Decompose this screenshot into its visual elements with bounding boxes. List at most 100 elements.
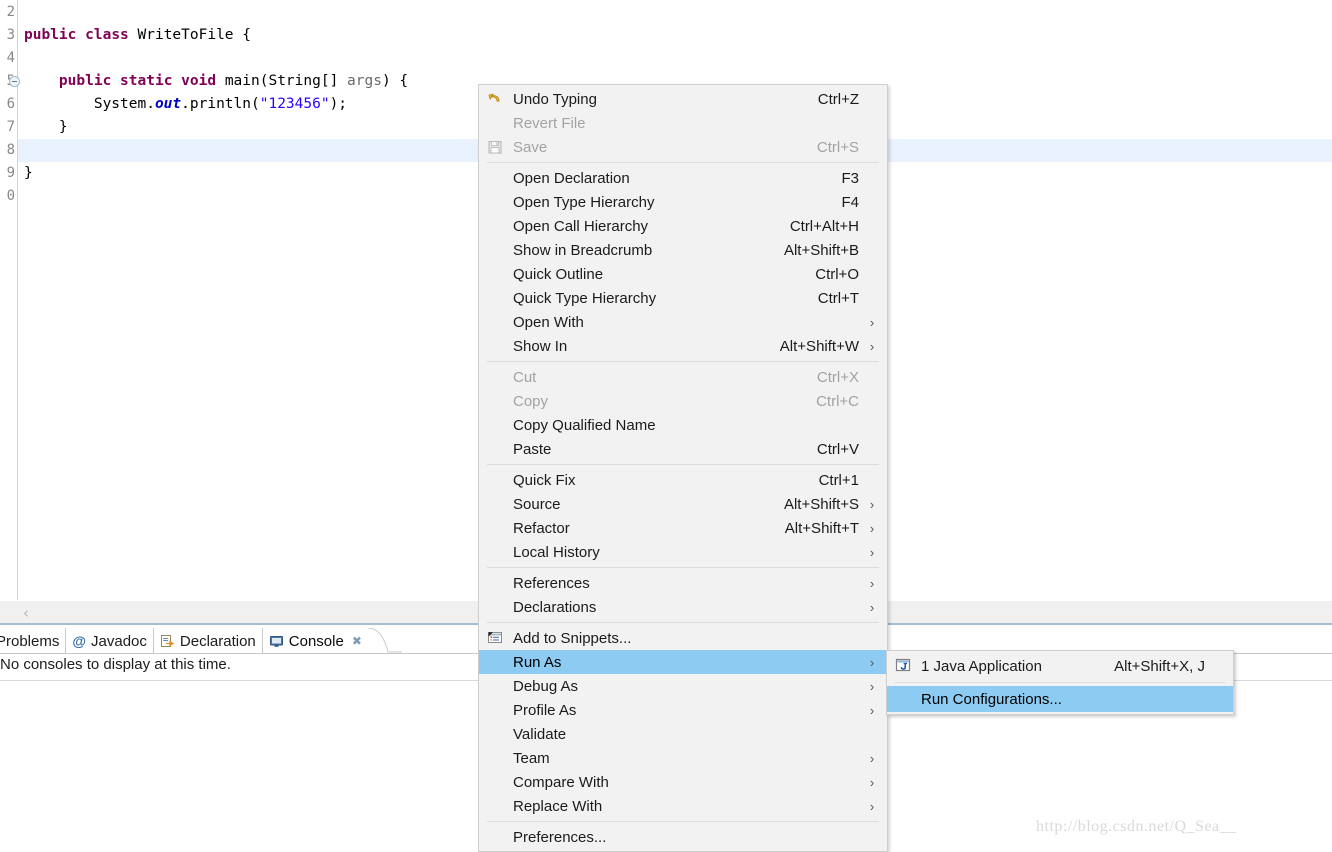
submenu-item-1-java-application[interactable]: 1 Java Application Alt+Shift+X, J ›	[887, 653, 1233, 679]
submenu-arrow-icon: ›	[869, 599, 875, 615]
menu-item-label: Validate	[513, 725, 567, 743]
collapse-chevron-icon[interactable]: ‹	[23, 604, 29, 622]
menu-item-shortcut: Ctrl+Z	[817, 90, 859, 108]
menu-item-compare-with[interactable]: Compare With ›	[479, 770, 887, 794]
menu-item-shortcut: Ctrl+C	[816, 392, 859, 410]
code-token: void	[181, 73, 217, 89]
menu-item-profile-as[interactable]: Profile As ›	[479, 698, 887, 722]
tab-javadoc[interactable]: @ Javadoc	[66, 628, 154, 654]
menu-item-paste[interactable]: Paste Ctrl+V ›	[479, 437, 887, 461]
editor-context-menu[interactable]: Undo Typing Ctrl+Z › Revert File › Save Ctrl+S…	[478, 84, 888, 852]
menu-item-show-in[interactable]: Show In Alt+Shift+W ›	[479, 334, 887, 358]
menu-item-quick-fix[interactable]: Quick Fix Ctrl+1 ›	[479, 468, 887, 492]
menu-item-label: Show In	[513, 337, 568, 355]
menu-item-copy-qualified-name[interactable]: Copy Qualified Name ›	[479, 413, 887, 437]
menu-item-label: Preferences...	[513, 828, 607, 846]
menu-item-quick-type-hierarchy[interactable]: Quick Type Hierarchy Ctrl+T ›	[479, 286, 887, 310]
menu-item-label: References	[513, 574, 590, 592]
menu-item-label: Copy Qualified Name	[513, 416, 656, 434]
menu-item-validate[interactable]: Validate ›	[479, 722, 887, 746]
menu-item-replace-with[interactable]: Replace With ›	[479, 794, 887, 818]
watermark-text: http://blog.csdn.net/Q_Sea__	[1036, 818, 1237, 835]
menu-item-label: Quick Type Hierarchy	[513, 289, 657, 307]
code-token: WriteToFile {	[128, 27, 252, 43]
menu-item-undo-typing[interactable]: Undo Typing Ctrl+Z ›	[479, 87, 887, 111]
menu-item-shortcut: Alt+Shift+W	[779, 337, 859, 355]
menu-item-declarations[interactable]: Declarations ›	[479, 595, 887, 619]
code-line: }	[18, 162, 33, 185]
code-line: }	[18, 116, 68, 139]
submenu-arrow-icon: ›	[869, 575, 875, 591]
menu-item-add-to-snippets[interactable]: Add to Snippets... ›	[479, 626, 887, 650]
submenu-arrow-icon: ›	[869, 496, 875, 512]
menu-item-open-call-hierarchy[interactable]: Open Call Hierarchy Ctrl+Alt+H ›	[479, 214, 887, 238]
menu-item-label: Debug As	[513, 677, 579, 695]
menu-item-open-declaration[interactable]: Open Declaration F3 ›	[479, 166, 887, 190]
menu-item-label: Revert File	[513, 114, 586, 132]
tab-declaration[interactable]: Declaration	[154, 628, 263, 654]
menu-item-refactor[interactable]: Refactor Alt+Shift+T ›	[479, 516, 887, 540]
menu-item-preferences[interactable]: Preferences... ›	[479, 825, 887, 849]
menu-item-label: Undo Typing	[513, 90, 597, 108]
tab-problems[interactable]: Problems	[0, 628, 67, 654]
submenu-arrow-spacer: ›	[867, 171, 877, 186]
submenu-arrow-spacer: ›	[867, 442, 877, 457]
menu-item-debug-as[interactable]: Debug As ›	[479, 674, 887, 698]
submenu-item-run-configurations[interactable]: Run Configurations... ›	[887, 686, 1233, 712]
menu-item-shortcut: F4	[841, 193, 859, 211]
menu-item-open-type-hierarchy[interactable]: Open Type Hierarchy F4 ›	[479, 190, 887, 214]
eclipse-ide-window: 234567890 public class WriteToFile { pub…	[0, 0, 1332, 852]
tab-label: Console	[288, 632, 344, 650]
submenu-arrow-spacer: ›	[867, 243, 877, 258]
submenu-arrow-icon: ›	[869, 750, 875, 766]
menu-item-shortcut: Alt+Shift+S	[783, 495, 859, 513]
tab-label: Problems	[0, 632, 60, 650]
menu-item-local-history[interactable]: Local History ›	[479, 540, 887, 564]
menu-item-label: Compare With	[513, 773, 609, 791]
line-number: 7	[6, 119, 15, 135]
menu-item-source[interactable]: Source Alt+Shift+S ›	[479, 492, 887, 516]
code-token: static	[120, 73, 173, 89]
line-number: 4	[6, 50, 15, 66]
line-number-gutter[interactable]: 234567890	[0, 0, 20, 600]
code-token: }	[24, 119, 68, 135]
tab-trailing-curve	[367, 628, 402, 654]
menu-separator	[487, 567, 879, 568]
line-number: 3	[6, 27, 15, 43]
menu-separator	[487, 622, 879, 623]
menu-item-quick-outline[interactable]: Quick Outline Ctrl+O ›	[479, 262, 887, 286]
submenu-arrow-spacer: ›	[867, 140, 877, 155]
tab-console[interactable]: Console ✖	[263, 628, 368, 654]
menu-item-copy: Copy Ctrl+C ›	[479, 389, 887, 413]
line-number: 0	[6, 188, 15, 204]
menu-item-shortcut: Alt+Shift+B	[783, 241, 859, 259]
menu-item-shortcut: Alt+Shift+X, J	[1114, 657, 1205, 675]
submenu-arrow-icon: ›	[869, 678, 875, 694]
menu-item-label: Source	[513, 495, 561, 513]
menu-item-label: Team	[513, 749, 550, 767]
declaration-icon	[160, 634, 175, 649]
menu-item-show-in-breadcrumb[interactable]: Show in Breadcrumb Alt+Shift+B ›	[479, 238, 887, 262]
menu-separator	[895, 682, 1225, 683]
code-token: public	[24, 27, 77, 43]
menu-item-run-as[interactable]: Run As ›	[479, 650, 887, 674]
menu-item-label: Copy	[513, 392, 549, 410]
run-as-submenu[interactable]: 1 Java ApplicationAlt+Shift+X, J› Run Con…	[886, 650, 1234, 715]
console-icon	[269, 634, 284, 649]
menu-item-label: Quick Outline	[513, 265, 604, 283]
menu-item-shortcut: Ctrl+Alt+H	[789, 217, 859, 235]
tab-label: Javadoc	[91, 632, 147, 650]
menu-item-team[interactable]: Team ›	[479, 746, 887, 770]
menu-item-shortcut: Ctrl+S	[816, 138, 859, 156]
menu-item-references[interactable]: References ›	[479, 571, 887, 595]
menu-item-label: Refactor	[513, 519, 570, 537]
menu-item-open-with[interactable]: Open With ›	[479, 310, 887, 334]
menu-item-label: Run As	[513, 653, 562, 671]
submenu-arrow-spacer: ›	[867, 92, 877, 107]
submenu-arrow-spacer: ›	[867, 830, 877, 845]
close-icon[interactable]: ✖	[352, 634, 362, 648]
